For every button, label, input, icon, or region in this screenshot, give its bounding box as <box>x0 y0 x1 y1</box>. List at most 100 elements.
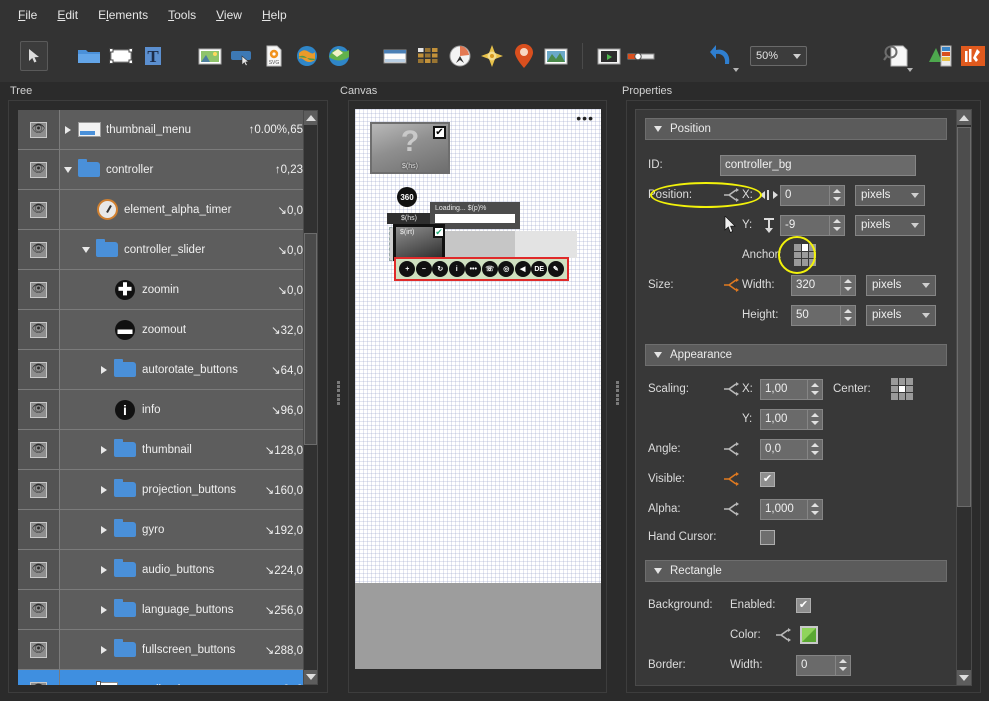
visibility-toggle[interactable]: 👁 <box>30 321 47 338</box>
menu-item-edit[interactable]: Edit <box>47 4 88 26</box>
scale-y-spinner[interactable] <box>808 408 823 430</box>
canvas-overflow-menu[interactable]: ••• <box>576 111 594 125</box>
visible-checkbox[interactable]: ✔ <box>760 471 775 487</box>
menu-item-file[interactable]: File <box>8 4 47 26</box>
scale-y-input[interactable]: 1,00 <box>760 408 808 430</box>
tree-expander[interactable] <box>60 166 76 173</box>
tree-row[interactable]: 👁 language_buttons ↘256,0 <box>18 590 312 630</box>
properties-scrollbar-thumb[interactable] <box>957 127 971 507</box>
controller-icon[interactable]: ••• <box>465 261 482 277</box>
globe-tool-button[interactable] <box>290 39 322 73</box>
tree-expander[interactable] <box>96 645 112 654</box>
undo-dropdown-caret-icon[interactable] <box>732 68 739 72</box>
compass-tool-button[interactable] <box>444 39 476 73</box>
controller-icon[interactable]: + <box>399 261 416 277</box>
visibility-toggle[interactable]: 👁 <box>30 201 47 218</box>
map-tool-button[interactable] <box>323 39 355 73</box>
vertical-align-icon[interactable] <box>758 217 780 233</box>
visibility-cell[interactable]: 👁 <box>18 550 60 589</box>
settings-button[interactable] <box>957 39 989 73</box>
radar-tool-button[interactable] <box>476 39 508 73</box>
menu-item-help[interactable]: Help <box>252 4 297 26</box>
hand-cursor-checkbox[interactable] <box>760 529 775 545</box>
tree-scroll-down-button[interactable] <box>304 670 317 684</box>
border-width-spinner[interactable] <box>836 654 851 676</box>
scale-x-input[interactable]: 1,00 <box>760 378 808 400</box>
text-tool-button[interactable]: T <box>137 39 169 73</box>
tree-row[interactable]: 👁 element_alpha_timer ↘0,0 <box>18 190 312 230</box>
canvas-hotspot-bar[interactable]: $(hs) <box>387 213 431 224</box>
visibility-cell[interactable]: 👁 <box>18 470 60 509</box>
tree-row[interactable]: 👁 projection_buttons ↘160,0 <box>18 470 312 510</box>
position-link-icon[interactable] <box>720 188 742 202</box>
slider-tool-button[interactable] <box>625 39 657 73</box>
id-input[interactable]: controller_bg <box>720 154 916 176</box>
properties-scrollbar[interactable] <box>956 109 972 686</box>
y-spinner[interactable] <box>830 214 845 236</box>
visibility-cell[interactable]: 👁 <box>18 350 60 389</box>
tree-row[interactable]: 👁 fullscreen_buttons ↘288,0 <box>18 630 312 670</box>
tree-expander[interactable] <box>96 565 112 574</box>
tree-row[interactable]: 👁 thumbnail ↘128,0 <box>18 430 312 470</box>
panorama-tool-button[interactable] <box>540 39 572 73</box>
folder-tool-button[interactable] <box>73 39 105 73</box>
tree-row[interactable]: 👁 controller_slider ↘0,0 <box>18 230 312 270</box>
visibility-toggle[interactable]: 👁 <box>30 641 47 658</box>
border-width-input[interactable]: 0 <box>796 654 836 676</box>
controller-icon[interactable]: ↻ <box>432 261 449 277</box>
tree-row[interactable]: 👁 controller_bg↓0,-9 <box>18 670 312 685</box>
visibility-cell[interactable]: 👁 <box>18 430 60 469</box>
section-header-rectangle[interactable]: Rectangle <box>645 560 947 582</box>
tree-expander[interactable] <box>96 485 112 494</box>
controller-icon[interactable]: − <box>415 261 432 277</box>
tree-list[interactable]: 👁 thumbnail_menu ↑0.00%,65 👁 controller ↑0,23… <box>18 110 312 685</box>
visibility-cell[interactable]: 👁 <box>18 630 60 669</box>
tree-row[interactable]: 👁 ✚ zoomin ↘0,0 <box>18 270 312 310</box>
canvas-controller-bar[interactable]: + − ↻ i ••• ☏ ◎ ◀ DE ✎ <box>394 257 569 281</box>
background-enabled-checkbox[interactable]: ✔ <box>796 597 811 613</box>
properties-scroll-up-button[interactable] <box>957 110 971 125</box>
tree-canvas-splitter[interactable] <box>333 378 343 408</box>
menu-item-view[interactable]: View <box>206 4 252 26</box>
tree-expander[interactable] <box>96 365 112 374</box>
checkbox-icon[interactable]: ✔ <box>433 126 446 139</box>
tree-expander[interactable] <box>78 246 94 253</box>
controller-icon[interactable]: ✎ <box>547 261 564 277</box>
visibility-cell[interactable]: 👁 <box>18 310 60 349</box>
zoom-level-combo[interactable]: 50% <box>750 46 808 66</box>
alpha-input[interactable]: 1,000 <box>760 498 808 520</box>
visibility-toggle[interactable]: 👁 <box>30 521 47 538</box>
checkbox-green-icon[interactable]: ✔ <box>433 226 445 238</box>
tree-row[interactable]: 👁 controller ↑0,23 <box>18 150 312 190</box>
tree-row[interactable]: 👁 ▬ zoomout ↘32,0 <box>18 310 312 350</box>
section-header-appearance[interactable]: Appearance <box>645 344 947 366</box>
height-unit-combo[interactable]: pixels <box>866 304 936 326</box>
visibility-toggle[interactable]: 👁 <box>30 241 47 258</box>
section-header-position[interactable]: Position <box>645 118 947 140</box>
tree-row[interactable]: 👁 i info ↘96,0 <box>18 390 312 430</box>
visibility-cell[interactable]: 👁 <box>18 390 60 429</box>
visibility-cell[interactable]: 👁 <box>18 510 60 549</box>
visibility-cell[interactable]: 👁 <box>18 190 60 229</box>
rectangle-tool-button[interactable] <box>105 39 137 73</box>
skin-button[interactable] <box>925 39 957 73</box>
canvas-thumbnail-large[interactable]: ? ✔ $(hs) <box>370 122 450 174</box>
tree-scrollbar-thumb[interactable] <box>304 233 317 445</box>
controller-icon[interactable]: ◀ <box>514 261 531 277</box>
image-tool-button[interactable] <box>194 39 226 73</box>
button-tool-button[interactable] <box>226 39 258 73</box>
visibility-toggle[interactable]: 👁 <box>30 281 47 298</box>
visible-link-icon[interactable] <box>720 472 742 486</box>
window-tool-button[interactable] <box>379 39 411 73</box>
angle-spinner[interactable] <box>808 438 823 460</box>
visibility-cell[interactable]: 👁 <box>18 590 60 629</box>
visibility-cell[interactable]: 👁 <box>18 270 60 309</box>
visibility-toggle[interactable]: 👁 <box>30 161 47 178</box>
angle-link-icon[interactable] <box>720 442 742 456</box>
pin-tool-button[interactable] <box>508 39 540 73</box>
size-link-icon[interactable] <box>720 278 742 292</box>
visibility-toggle[interactable]: 👁 <box>30 361 47 378</box>
tree-row[interactable]: 👁 thumbnail_menu ↑0.00%,65 <box>18 110 312 150</box>
canvas-thumbnail-small[interactable]: $(irt) ✔ <box>393 224 445 261</box>
svg-tool-button[interactable]: SVG <box>258 39 290 73</box>
